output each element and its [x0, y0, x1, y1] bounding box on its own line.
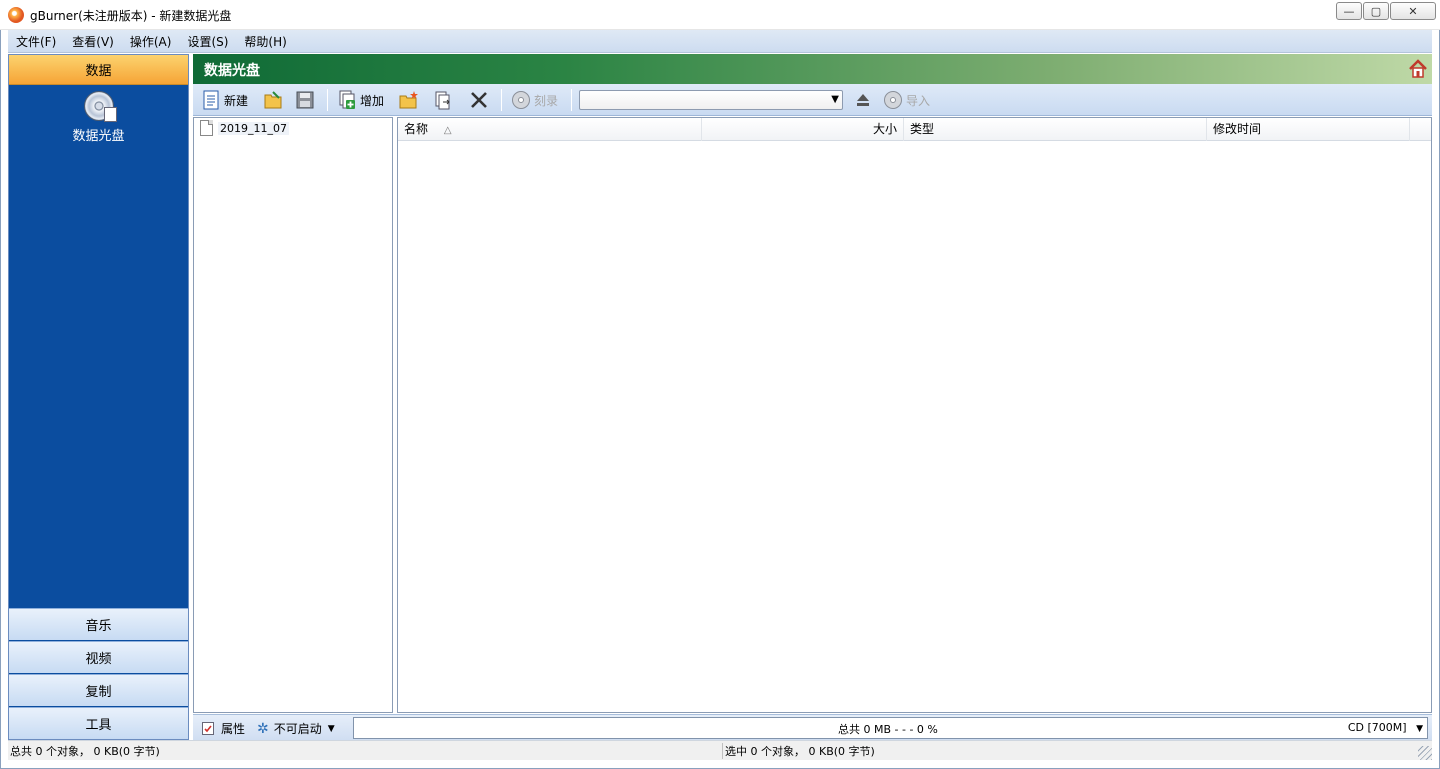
import-disc-icon: [884, 91, 902, 109]
add-button[interactable]: 增加: [337, 88, 384, 112]
open-button[interactable]: [263, 88, 286, 112]
disc-root-icon: [200, 120, 213, 136]
eject-icon: [857, 94, 869, 106]
eject-button[interactable]: [853, 88, 876, 112]
column-name[interactable]: 名称 △: [398, 118, 702, 141]
properties-label: 属性: [221, 722, 246, 736]
resize-grip-icon[interactable]: [1418, 746, 1432, 760]
minimize-button[interactable]: —: [1336, 2, 1362, 20]
properties-icon: [202, 722, 214, 735]
toolbar-separator: [571, 89, 572, 111]
status-total: 总共 0 个对象， 0 KB(0 字节): [10, 745, 160, 758]
nav-section-tools[interactable]: 工具: [9, 707, 188, 739]
nav-section-video[interactable]: 视频: [9, 641, 188, 673]
home-icon[interactable]: [1408, 59, 1428, 79]
maximize-button[interactable]: ▢: [1363, 2, 1389, 20]
column-size[interactable]: 大小: [702, 118, 904, 141]
app-logo-icon: [8, 7, 24, 23]
column-type[interactable]: 类型: [904, 118, 1207, 141]
add-button-label: 增加: [360, 93, 385, 108]
status-selected: 选中 0 个对象， 0 KB(0 字节): [722, 743, 875, 759]
list-header: 名称 △ 大小 类型 修改时间: [398, 118, 1431, 141]
delete-button[interactable]: [469, 88, 492, 112]
menu-help[interactable]: 帮助(H): [236, 33, 294, 50]
snowflake-icon: ✲: [257, 720, 269, 737]
new-button-label: 新建: [224, 93, 249, 108]
page-title: 数据光盘: [204, 63, 260, 79]
menu-action[interactable]: 操作(A): [122, 33, 180, 50]
burn-disc-icon: [512, 91, 530, 109]
properties-button[interactable]: 属性: [201, 720, 245, 737]
tree-item-label: 2019_11_07: [218, 121, 289, 135]
disc-size-select[interactable]: CD [700M] ▼: [1348, 721, 1423, 734]
properties-doc-button[interactable]: [433, 88, 456, 112]
nav-section-copy[interactable]: 复制: [9, 674, 188, 706]
add-files-icon: [339, 90, 355, 109]
toolbar-separator: [327, 89, 328, 111]
menu-file[interactable]: 文件(F): [8, 33, 64, 50]
import-button[interactable]: 导入: [883, 88, 930, 112]
drive-select[interactable]: ▼: [579, 90, 843, 110]
window-title: gBurner(未注册版本) - 新建数据光盘: [30, 9, 232, 23]
new-folder-button[interactable]: [399, 88, 422, 112]
chevron-down-icon: ▼: [831, 94, 839, 105]
folder-tree[interactable]: 2019_11_07: [193, 117, 393, 713]
bottom-bar: 属性 ✲ 不可启动 ▼ 总共 0 MB - - - 0 % CD [700M] …: [193, 714, 1432, 740]
left-nav: 数据 数据光盘 音乐 视频 复制 工具: [8, 54, 189, 740]
nav-item-data-disc[interactable]: 数据光盘: [9, 91, 188, 151]
menu-bar: 文件(F) 查看(V) 操作(A) 设置(S) 帮助(H): [8, 30, 1432, 53]
toolbar: 新建 增加 刻录 ▼ 导入: [193, 84, 1432, 116]
capacity-bar: 总共 0 MB - - - 0 % CD [700M] ▼: [353, 717, 1428, 739]
column-modified[interactable]: 修改时间: [1207, 118, 1410, 141]
toolbar-separator: [501, 89, 502, 111]
new-document-icon: [203, 90, 219, 110]
title-bar: gBurner(未注册版本) - 新建数据光盘 — ▢ ✕: [0, 0, 1440, 30]
sort-ascending-icon: △: [443, 125, 452, 136]
boot-option-label: 不可启动: [273, 722, 322, 736]
import-button-label: 导入: [906, 93, 931, 108]
new-folder-icon: [399, 91, 418, 109]
boot-option-dropdown[interactable]: ✲ 不可启动 ▼: [257, 720, 335, 737]
status-bar: 总共 0 个对象， 0 KB(0 字节) 选中 0 个对象， 0 KB(0 字节…: [8, 740, 1432, 760]
file-list[interactable]: 名称 △ 大小 类型 修改时间: [397, 117, 1432, 713]
tree-item[interactable]: 2019_11_07: [200, 120, 289, 136]
menu-view[interactable]: 查看(V): [64, 33, 122, 50]
nav-section-music[interactable]: 音乐: [9, 608, 188, 640]
new-button[interactable]: 新建: [201, 88, 248, 112]
content-header: 数据光盘: [193, 54, 1432, 84]
open-folder-icon: [264, 91, 282, 109]
nav-item-label: 数据光盘: [72, 129, 125, 144]
document-arrow-icon: [435, 91, 450, 110]
burn-button[interactable]: 刻录: [511, 88, 558, 112]
burn-button-label: 刻录: [534, 93, 559, 108]
delete-x-icon: [471, 92, 487, 108]
save-icon: [296, 91, 314, 109]
chevron-down-icon: ▼: [327, 723, 335, 734]
menu-settings[interactable]: 设置(S): [179, 33, 236, 50]
window-controls: — ▢ ✕: [1335, 2, 1436, 20]
nav-section-data[interactable]: 数据: [9, 55, 188, 85]
data-disc-icon: [83, 91, 117, 122]
capacity-text: 总共 0 MB - - - 0 %: [838, 723, 938, 736]
close-button[interactable]: ✕: [1390, 2, 1436, 20]
save-button[interactable]: [295, 88, 318, 112]
chevron-down-icon: ▼: [1416, 724, 1423, 734]
